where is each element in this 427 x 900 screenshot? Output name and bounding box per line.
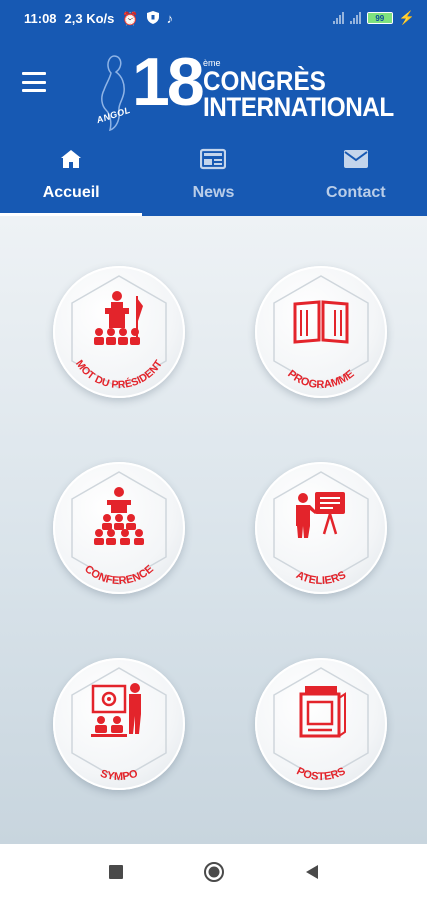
tile-label-arc: SYMPO	[99, 768, 140, 783]
tab-label: Contact	[326, 184, 386, 201]
congress-logo: ANGOL 18 ème CONGRÈS INTERNATIONAL	[92, 46, 412, 138]
shield-icon	[146, 10, 159, 26]
triangle-back-icon	[305, 865, 318, 879]
svg-text:SYMPO: SYMPO	[99, 768, 140, 783]
network-speed: 2,3 Ko/s	[64, 10, 115, 26]
logo-number: 18	[132, 44, 205, 120]
svg-text:POSTERS: POSTERS	[295, 765, 348, 783]
svg-text:PROGRAMME: PROGRAMME	[285, 368, 356, 391]
app-header: ANGOL 18 ème CONGRÈS INTERNATIONAL Accue…	[0, 36, 427, 216]
tile-label: MOT DU PRÉSIDENT	[73, 358, 165, 392]
alarm-icon: ⏰	[122, 10, 139, 26]
tile-label-arc: MOT DU PRÉSIDENT	[73, 358, 165, 392]
tab-bar: Accueil News Contact	[0, 140, 427, 216]
tile-programme[interactable]: PROGRAMME	[255, 266, 387, 398]
svg-text:ATELIERS: ATELIERS	[294, 569, 348, 587]
tiktok-icon: ♪	[166, 10, 174, 26]
tile-sympo[interactable]: SYMPO	[53, 658, 185, 790]
tile-label-arc: POSTERS	[295, 765, 348, 783]
tile-label: PROGRAMME	[285, 368, 356, 391]
home-grid: MOT DU PRÉSIDENT PROGRAMME CONFERENCE AT…	[0, 216, 427, 844]
tile-label-arc: ATELIERS	[294, 569, 348, 587]
tile-label: SYMPO	[99, 768, 140, 783]
system-nav-bar	[0, 844, 427, 900]
tile-label: POSTERS	[295, 765, 348, 783]
signal-icon-2	[349, 12, 361, 24]
circle-icon	[203, 862, 224, 882]
signal-icon	[332, 12, 344, 24]
home-icon	[57, 146, 85, 172]
newspaper-icon	[199, 146, 227, 172]
battery-level: 99	[375, 13, 385, 23]
tile-label-arc: CONFERENCE	[82, 563, 156, 587]
status-bar: 11:08 2,3 Ko/s ⏰ ♪ 99 ⚡	[0, 0, 427, 36]
square-icon	[108, 865, 123, 879]
tab-accueil[interactable]: Accueil	[0, 140, 143, 216]
logo-line2: INTERNATIONAL	[203, 92, 394, 122]
mail-icon	[342, 146, 370, 172]
tile-posters[interactable]: POSTERS	[255, 658, 387, 790]
tile-label: ATELIERS	[294, 569, 348, 587]
svg-text:MOT DU PRÉSIDENT: MOT DU PRÉSIDENT	[73, 358, 165, 392]
tile-conference[interactable]: CONFERENCE	[53, 462, 185, 594]
battery-icon: 99	[366, 12, 393, 24]
menu-icon[interactable]	[22, 72, 46, 92]
tile-ateliers[interactable]: ATELIERS	[255, 462, 387, 594]
tile-label-arc: PROGRAMME	[285, 368, 356, 391]
charging-icon: ⚡	[398, 10, 415, 25]
tile-mot-du-president[interactable]: MOT DU PRÉSIDENT	[53, 266, 185, 398]
tab-news[interactable]: News	[142, 140, 284, 216]
status-time: 11:08	[24, 10, 57, 26]
back-button[interactable]	[300, 860, 324, 884]
recents-button[interactable]	[104, 860, 128, 884]
tab-label: Accueil	[42, 184, 100, 201]
tab-contact[interactable]: Contact	[285, 140, 427, 216]
svg-text:CONFERENCE: CONFERENCE	[82, 563, 156, 587]
tile-label: CONFERENCE	[82, 563, 156, 587]
logo-line1: CONGRÈS	[203, 66, 326, 96]
home-button[interactable]	[202, 860, 226, 884]
tab-label: News	[192, 184, 235, 201]
